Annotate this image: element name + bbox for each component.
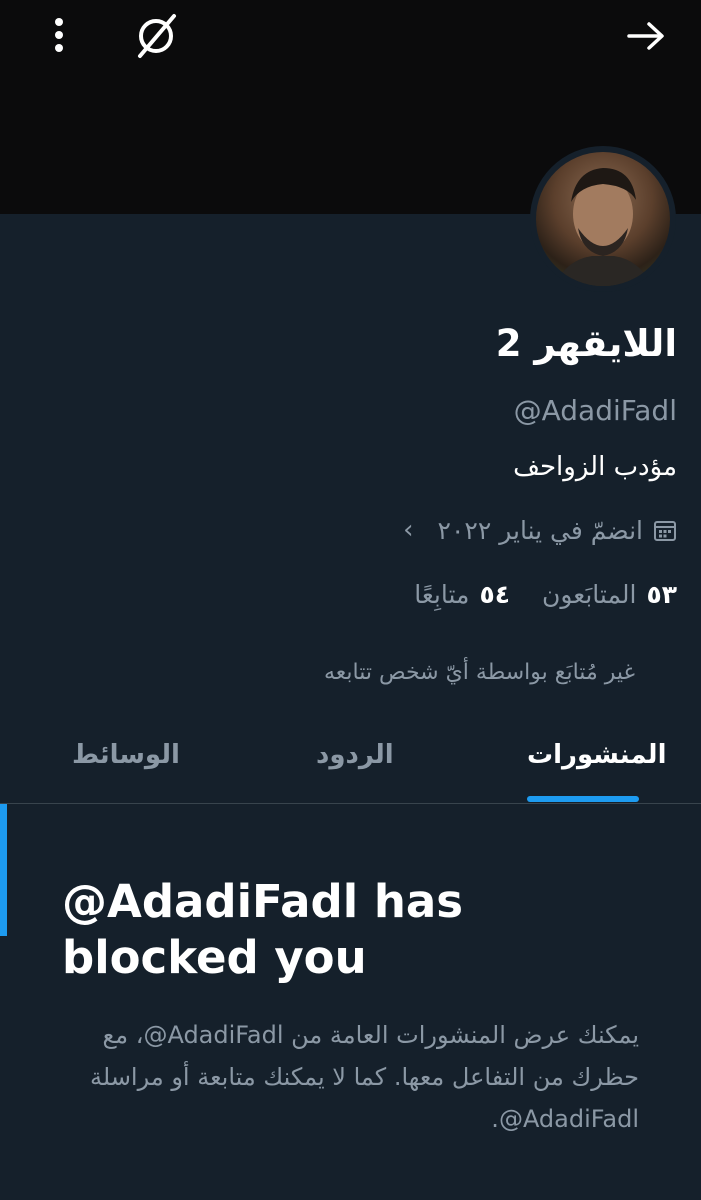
forward-button[interactable] xyxy=(618,12,674,60)
tab-replies[interactable]: الردود xyxy=(316,740,394,770)
tab-posts[interactable]: المنشورات xyxy=(527,740,666,770)
follow-stats: ٥٣ المتابَعون ٥٤ متابِعًا xyxy=(414,580,677,609)
joined-date-row[interactable]: انضمّ في يناير ٢٠٢٢ ‹ xyxy=(403,515,677,545)
following-count: ٥٤ xyxy=(479,580,510,609)
followers-count: ٥٣ xyxy=(646,580,677,609)
following-stat[interactable]: ٥٤ متابِعًا xyxy=(414,580,510,609)
arrow-right-icon xyxy=(627,22,664,50)
tab-media[interactable]: الوسائط xyxy=(72,740,180,770)
blocked-description: يمكنك عرض المنشورات العامة من ‎@AdadiFad… xyxy=(90,1021,639,1133)
chevron-left-icon: ‹ xyxy=(403,515,414,545)
joined-date-text: انضمّ في يناير ٢٠٢٢ xyxy=(437,515,643,545)
followers-label: المتابَعون xyxy=(541,580,637,609)
active-tab-indicator xyxy=(527,796,639,802)
followers-stat[interactable]: ٥٣ المتابَعون xyxy=(542,580,677,609)
calendar-icon xyxy=(654,521,676,541)
slashed-circle-icon xyxy=(138,14,176,58)
profile-handle: @AdadiFadl xyxy=(513,394,677,427)
kebab-vertical-icon xyxy=(55,18,63,52)
not-followed-note: غير مُتابَع بواسطة أيّ شخص تتابعه xyxy=(324,660,635,685)
logo-button[interactable] xyxy=(128,8,184,64)
avatar-photo xyxy=(536,152,670,286)
accent-bar xyxy=(0,804,7,936)
profile-tabs: المنشورات الردود الوسائط xyxy=(0,722,701,804)
display-name: اللايقهر 2 xyxy=(495,322,677,365)
following-label: متابِعًا xyxy=(414,580,470,609)
blocked-title: @AdadiFadl has blocked you xyxy=(62,875,464,984)
more-options-button[interactable] xyxy=(38,12,80,58)
avatar[interactable] xyxy=(530,146,676,292)
profile-bio: مؤدب الزواحف xyxy=(513,452,677,482)
